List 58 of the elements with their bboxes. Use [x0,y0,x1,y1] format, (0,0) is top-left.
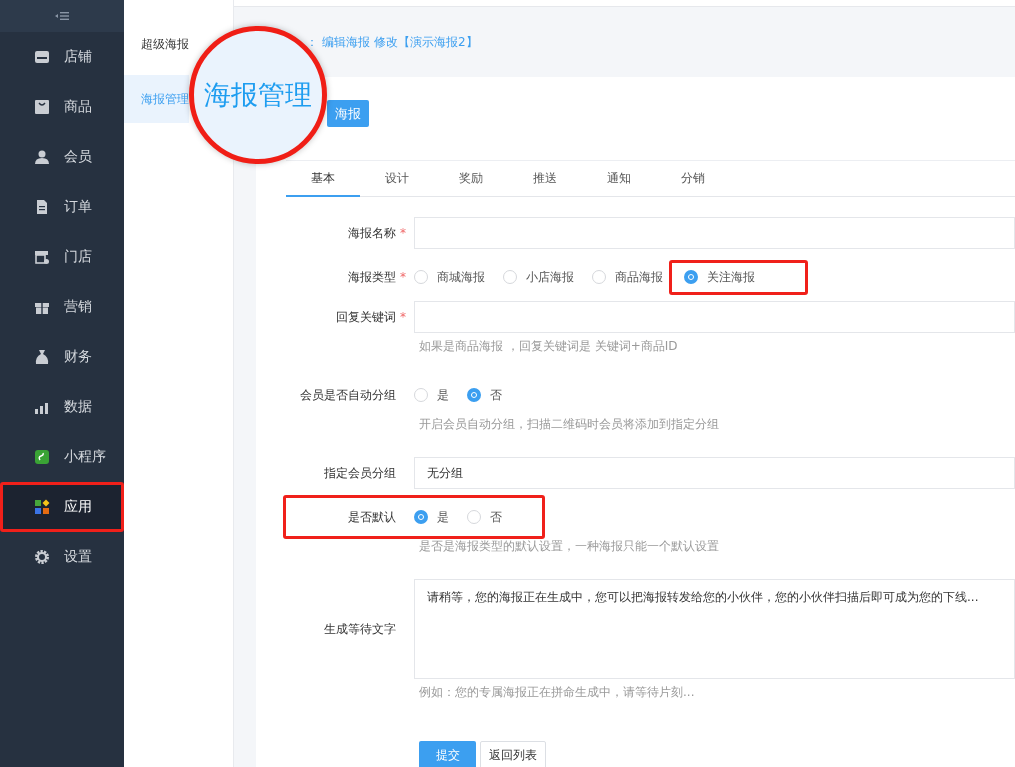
tab[interactable]: 分销 [656,161,730,197]
sidebar-item[interactable]: 订单 [0,182,124,232]
select-field[interactable]: 无分组 [414,457,1015,489]
field-label: 会员是否自动分组 [300,386,396,404]
bag-icon [35,100,49,114]
money-bag-icon [35,350,49,364]
gift-icon [35,301,49,314]
tab[interactable]: 推送 [508,161,582,197]
tab[interactable]: 通知 [582,161,656,197]
help-text: 如果是商品海报 ，回复关键词是 关键词+商品ID [419,338,679,355]
sidebar-item[interactable]: 小程序 [0,432,124,482]
help-text: 是否是海报类型的默认设置，一种海报只能一个默认设置 [419,538,720,555]
field-label: 回复关键词 [336,308,396,326]
document-icon [37,200,47,214]
help-text: 开启会员自动分组，扫描二维码时会员将添加到指定分组 [419,416,720,433]
user-icon [35,150,49,164]
sidebar-item[interactable]: 门店 [0,232,124,282]
field-label: 是否默认 [348,508,396,526]
breadcrumb-separator: ： [306,33,318,51]
radio-option[interactable]: 否 [467,504,502,530]
radio-option[interactable]: 小店海报 [503,264,574,290]
sidebar-item[interactable]: 设置 [0,532,124,582]
radio-option[interactable]: 否 [467,382,502,408]
apps-icon [35,499,50,514]
required-mark: * [399,226,407,240]
radio-option[interactable]: 商城海报 [414,264,485,290]
field-label: 海报类型 [348,268,396,286]
mini-program-icon [35,450,49,464]
subnav-item[interactable]: 超级海报 [124,27,189,61]
sidebar-item[interactable]: 数据 [0,382,124,432]
field-label: 生成等待文字 [324,620,396,638]
text-field[interactable] [414,301,1015,333]
shop-icon [35,251,49,264]
tab[interactable]: 基本 [286,161,360,197]
sidebar-item[interactable]: 应用 [0,482,124,532]
help-text: 例如：您的专属海报正在拼命生成中，请等待片刻... [419,684,696,701]
radio-option[interactable]: 商品海报 [592,264,663,290]
sidebar-item[interactable]: 营销 [0,282,124,332]
tab[interactable]: 设计 [360,161,434,197]
radio-option[interactable]: 关注海报 [669,259,808,295]
sidebar-item[interactable]: 商品 [0,82,124,132]
required-mark: * [399,310,407,324]
radio-option[interactable]: 是 [414,382,449,408]
radio-option[interactable]: 是 [414,504,449,530]
required-mark: * [399,270,407,284]
chart-icon [35,403,48,414]
tab[interactable]: 奖励 [434,161,508,197]
sidebar-item[interactable]: 会员 [0,132,124,182]
store-icon [35,51,49,63]
text-area[interactable]: 请稍等，您的海报正在生成中，您可以把海报转发给您的小伙伴，您的小伙伴扫描后即可成为您的下线... [414,579,1015,679]
settings-icon [35,550,49,564]
field-label: 海报名称 [348,224,396,242]
sidebar-item[interactable]: 财务 [0,332,124,382]
sidebar-item[interactable]: 店铺 [0,32,124,82]
back-button[interactable]: 返回列表 [480,741,546,767]
collapse-icon[interactable] [55,11,69,21]
text-field[interactable] [414,217,1015,249]
field-label: 指定会员分组 [324,464,396,482]
